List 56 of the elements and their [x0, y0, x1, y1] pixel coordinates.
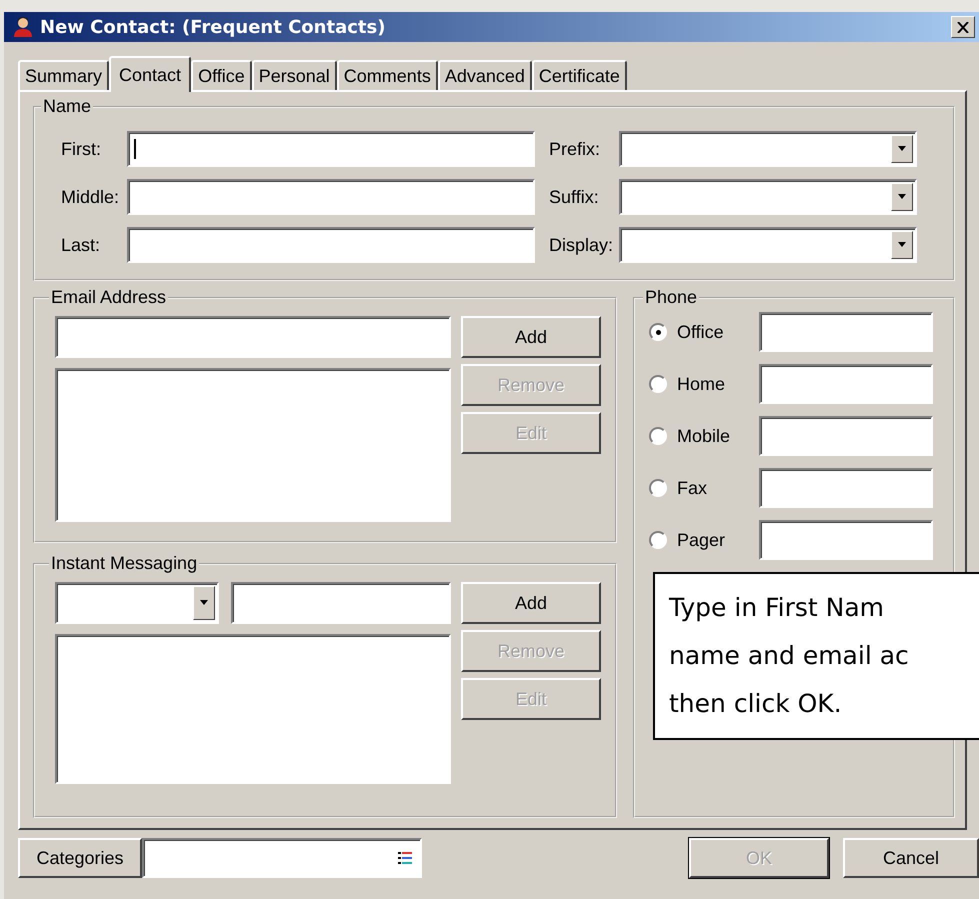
button[interactable]: Add — [461, 582, 601, 624]
phone-input[interactable] — [759, 364, 933, 404]
close-icon[interactable] — [957, 22, 969, 32]
tab[interactable]: Contact — [109, 56, 192, 92]
email-input[interactable] — [55, 316, 451, 358]
radio-button[interactable] — [649, 323, 667, 341]
group-label: Phone — [644, 287, 698, 308]
phone-input[interactable] — [759, 312, 933, 352]
cancel-button[interactable]: Cancel — [843, 838, 979, 878]
text-field[interactable] — [127, 179, 535, 215]
tab[interactable]: Advanced — [438, 60, 532, 90]
email-list[interactable] — [55, 368, 451, 522]
window-title: New Contact: (Frequent Contacts) — [40, 16, 386, 38]
tab[interactable]: Certificate — [532, 60, 627, 90]
button[interactable]: Add — [461, 316, 601, 358]
callout-text: then click OK. — [669, 688, 842, 720]
radio-label[interactable]: Fax — [677, 478, 759, 498]
tab[interactable]: Personal — [252, 60, 337, 90]
text-field[interactable] — [127, 131, 535, 167]
person-icon — [12, 16, 34, 38]
callout-text: name and email ac — [669, 640, 909, 672]
radio-button[interactable] — [649, 375, 667, 393]
text-field[interactable] — [127, 227, 535, 263]
dropdown[interactable] — [619, 131, 917, 167]
field-label: Middle: — [60, 186, 120, 208]
im-list[interactable] — [55, 634, 451, 784]
field-label: Suffix: — [548, 186, 600, 208]
group-label: Name — [42, 96, 92, 117]
list-icon[interactable] — [398, 852, 412, 864]
radio-label[interactable]: Mobile — [677, 426, 759, 446]
radio-label[interactable]: Home — [677, 374, 759, 394]
phone-input[interactable] — [759, 520, 933, 560]
radio-label[interactable]: Office — [677, 322, 759, 342]
group-label: Instant Messaging — [50, 553, 198, 574]
field-label: Last: — [60, 234, 102, 256]
callout-text: Type in First Nam — [669, 592, 884, 624]
tab[interactable]: Office — [191, 60, 252, 90]
close-button[interactable] — [951, 16, 975, 38]
field-label: First: — [60, 138, 102, 160]
tab[interactable]: Comments — [336, 60, 438, 90]
dropdown[interactable] — [619, 227, 917, 263]
button[interactable]: Categories — [18, 838, 142, 878]
dropdown[interactable] — [619, 179, 917, 215]
field-label: Display: — [548, 234, 614, 256]
tab[interactable]: Summary — [18, 60, 110, 90]
phone-input[interactable] — [759, 416, 933, 456]
radio-button[interactable] — [649, 531, 667, 549]
radio-button[interactable] — [649, 427, 667, 445]
service-dropdown[interactable] — [55, 582, 219, 624]
group-label: Email Address — [50, 287, 168, 308]
categories-field[interactable] — [142, 838, 422, 878]
address-input[interactable] — [231, 582, 451, 624]
radio-button[interactable] — [649, 479, 667, 497]
radio-label[interactable]: Pager — [677, 530, 759, 550]
field-label: Prefix: — [548, 138, 602, 160]
phone-input[interactable] — [759, 468, 933, 508]
